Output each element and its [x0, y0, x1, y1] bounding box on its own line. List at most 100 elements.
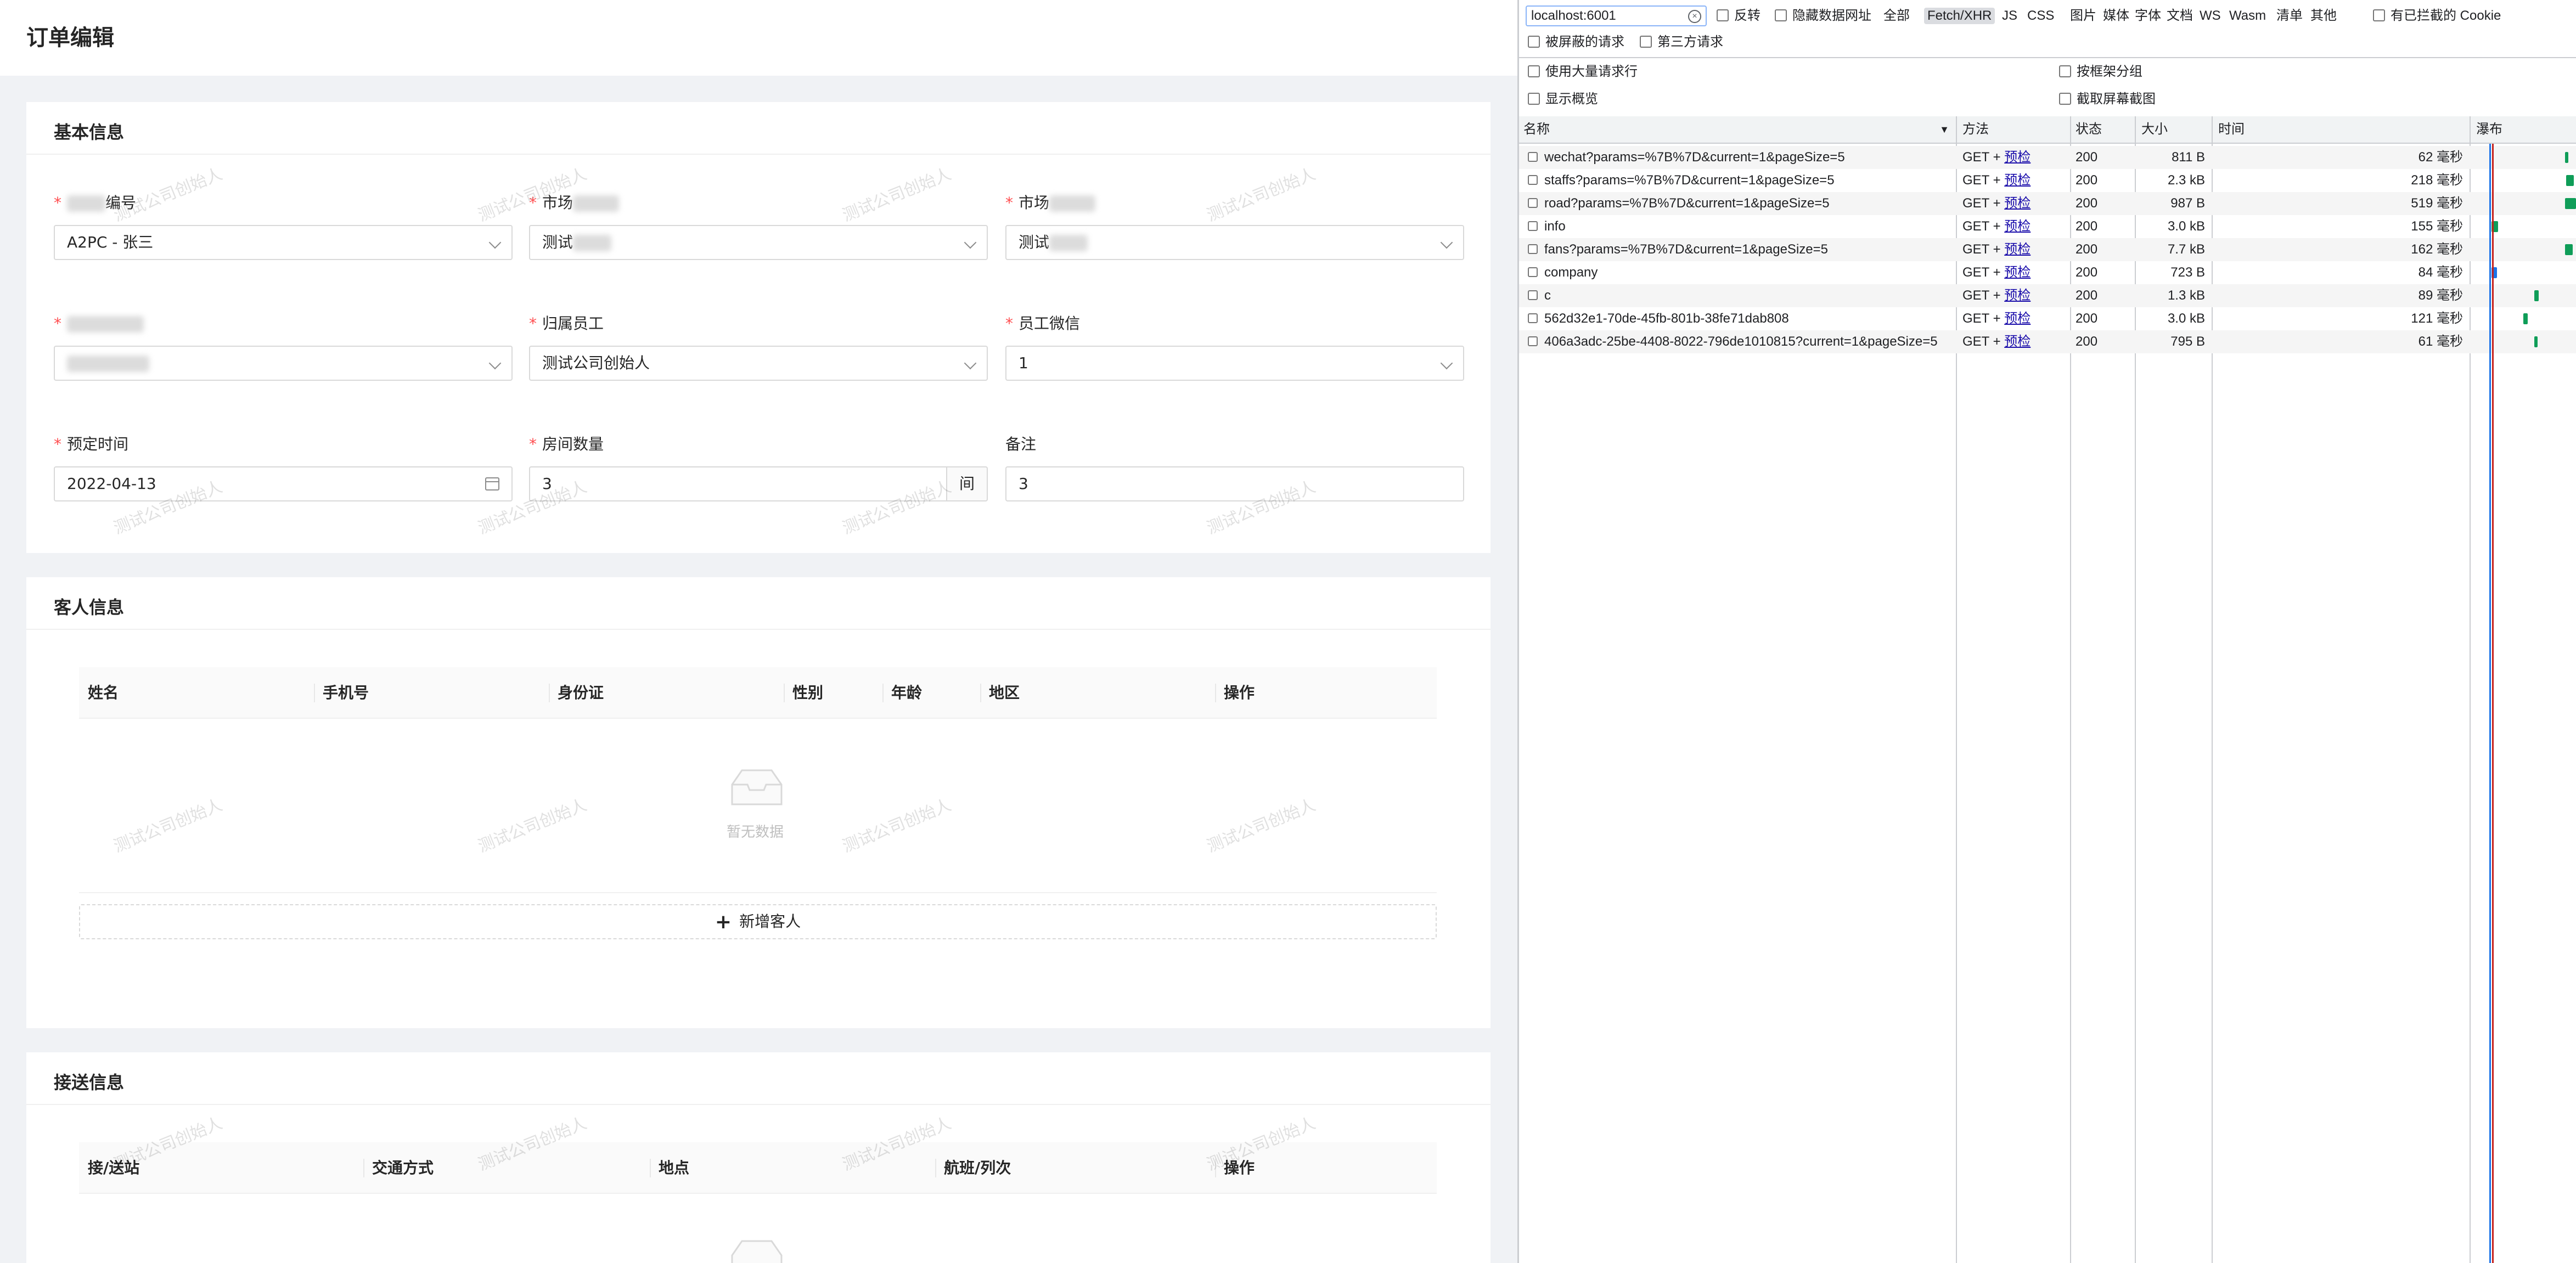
load-event-line — [2492, 144, 2494, 1263]
preflight-link[interactable]: 预检 — [2004, 288, 2031, 303]
request-size: 2.3 kB — [2167, 173, 2205, 188]
filter-type-4[interactable]: 媒体 — [2103, 8, 2129, 24]
preflight-link[interactable]: 预检 — [2004, 196, 2031, 211]
blocked-requests-checkbox[interactable]: 被屏蔽的请求 — [1528, 34, 1624, 50]
filter-type-3[interactable]: 图片 — [2070, 8, 2096, 24]
preflight-link[interactable]: 预检 — [2004, 334, 2031, 349]
request-row[interactable]: 562d32e1-70de-45fb-801b-38fe71dab808 GET … — [1519, 307, 2576, 330]
remark-value: 3 — [1019, 475, 1028, 493]
file-icon — [1528, 313, 1538, 323]
request-row[interactable]: road?params=%7B%7D&current=1&pageSize=5 G… — [1519, 192, 2576, 215]
filter-type-0[interactable]: Fetch/XHR — [1924, 8, 1995, 24]
preflight-link[interactable]: 预检 — [2004, 242, 2031, 257]
preflight-link[interactable]: 预检 — [2004, 150, 2031, 165]
request-status: 200 — [2076, 173, 2098, 188]
col-station: 接/送站 — [88, 1159, 140, 1177]
market2-select[interactable]: 测试 — [1005, 225, 1464, 260]
waterfall-bar — [2565, 244, 2573, 255]
filter-type-2[interactable]: CSS — [2027, 8, 2054, 24]
blocked-cookies-checkbox[interactable]: 有已拦截的 Cookie — [2373, 8, 2501, 24]
request-time: 121 毫秒 — [2411, 311, 2463, 326]
request-method: GET + 预检 — [1962, 288, 2031, 303]
request-row[interactable]: wechat?params=%7B%7D&current=1&pageSize=… — [1519, 146, 2576, 169]
empty-box-icon — [731, 1240, 783, 1263]
request-name: staffs?params=%7B%7D&current=1&pageSize=… — [1528, 169, 1950, 192]
remark-input[interactable]: 3 — [1005, 466, 1464, 501]
guest-info-title: 客人信息 — [54, 597, 125, 618]
filter-type-5[interactable]: 字体 — [2135, 8, 2161, 24]
filter-type-7[interactable]: WS — [2200, 8, 2221, 24]
waterfall-bar — [2523, 313, 2528, 324]
market1-label: * 市场 — [529, 192, 620, 214]
col-size-header[interactable]: 大小 — [2137, 116, 2168, 143]
col-actions: 操作 — [1224, 1159, 1255, 1177]
filter-type-9[interactable]: 清单 — [2276, 8, 2303, 24]
request-time: 162 毫秒 — [2411, 242, 2463, 257]
wechat-select[interactable]: 1 — [1005, 346, 1464, 381]
request-size: 1.3 kB — [2167, 288, 2205, 303]
filter-type-10[interactable]: 其他 — [2310, 8, 2337, 24]
group-by-frame-checkbox[interactable]: 按框架分组 — [2059, 64, 2142, 80]
chevron-down-icon — [488, 236, 502, 249]
preflight-link[interactable]: 预检 — [2004, 173, 2031, 188]
basic-info-card: 基本信息 * 编号 A2PC - 张三 * 市场 测试 * 市场 测试 * * … — [26, 102, 1491, 553]
transfer-info-title: 接送信息 — [54, 1072, 125, 1093]
request-row[interactable]: staffs?params=%7B%7D&current=1&pageSize=… — [1519, 169, 2576, 192]
clear-icon[interactable]: × — [1688, 10, 1701, 23]
request-time: 84 毫秒 — [2418, 265, 2463, 280]
request-size: 987 B — [2170, 196, 2205, 211]
request-name: fans?params=%7B%7D&current=1&pageSize=5 — [1528, 238, 1950, 261]
col-method-header[interactable]: 方法 — [1958, 116, 1989, 143]
file-icon — [1528, 290, 1538, 300]
wechat-label: * 员工微信 — [1005, 314, 1081, 332]
staff-select[interactable]: 测试公司创始人 — [529, 346, 988, 381]
filter-input[interactable]: localhost:6001 × — [1526, 5, 1707, 26]
col-name-header[interactable]: 名称 ▼ — [1519, 116, 1956, 143]
market2-value: 测试 — [1019, 233, 1050, 251]
request-size: 723 B — [2170, 265, 2205, 280]
col-gender: 性别 — [792, 684, 824, 702]
screenshots-checkbox[interactable]: 截取屏幕截图 — [2059, 91, 2156, 108]
preflight-link[interactable]: 预检 — [2004, 219, 2031, 234]
transfer-table-header: 接/送站 交通方式 地点 航班/列次 操作 — [79, 1142, 1437, 1194]
add-guest-button[interactable]: + 新增客人 — [79, 904, 1437, 939]
invert-checkbox[interactable]: 反转 — [1717, 8, 1761, 24]
filter-type-8[interactable]: Wasm — [2229, 8, 2266, 24]
request-row[interactable]: company GET + 预检 200 723 B 84 毫秒 — [1519, 261, 2576, 284]
filter-all[interactable]: 全部 — [1883, 8, 1910, 24]
preflight-link[interactable]: 预检 — [2004, 265, 2031, 280]
market1-select[interactable]: 测试 — [529, 225, 988, 260]
chevron-down-icon — [1440, 236, 1453, 249]
page-title: 订单编辑 — [26, 25, 114, 50]
staff-value: 测试公司创始人 — [542, 354, 650, 372]
rooms-label: * 房间数量 — [529, 435, 604, 453]
request-name: company — [1528, 261, 1950, 284]
dom-content-loaded-line — [2489, 144, 2491, 1263]
col-time-header[interactable]: 时间 — [2214, 116, 2245, 143]
request-row[interactable]: c GET + 预检 200 1.3 kB 89 毫秒 — [1519, 284, 2576, 307]
date-picker[interactable]: 2022-04-13 — [54, 466, 513, 501]
filter-type-6[interactable]: 文档 — [2167, 8, 2193, 24]
hidden-field-select[interactable] — [54, 346, 513, 381]
preflight-link[interactable]: 预检 — [2004, 311, 2031, 326]
devtools-network-panel: localhost:6001 × 反转 隐藏数据网址 全部 Fetch/XHR J… — [1517, 0, 2576, 1263]
col-region: 地区 — [989, 684, 1020, 702]
request-row[interactable]: info GET + 预检 200 3.0 kB 155 毫秒 — [1519, 215, 2576, 238]
request-name: road?params=%7B%7D&current=1&pageSize=5 — [1528, 192, 1950, 215]
request-row[interactable]: 406a3adc-25be-4408-8022-796de1010815?cur… — [1519, 330, 2576, 353]
show-overview-checkbox[interactable]: 显示概览 — [1528, 91, 1598, 108]
col-id-card: 身份证 — [558, 684, 604, 702]
col-status-header[interactable]: 状态 — [2071, 116, 2102, 143]
third-party-checkbox[interactable]: 第三方请求 — [1640, 34, 1723, 50]
large-rows-checkbox[interactable]: 使用大量请求行 — [1528, 64, 1638, 80]
rooms-value: 3 — [542, 475, 552, 493]
order-no-select[interactable]: A2PC - 张三 — [54, 225, 513, 260]
rooms-input[interactable]: 3 — [529, 466, 947, 501]
filter-type-1[interactable]: JS — [2002, 8, 2017, 24]
col-waterfall-header[interactable]: 瀑布 — [2472, 116, 2502, 143]
request-row[interactable]: fans?params=%7B%7D&current=1&pageSize=5 G… — [1519, 238, 2576, 261]
waterfall-bar — [2534, 336, 2538, 347]
hide-data-urls-checkbox[interactable]: 隐藏数据网址 — [1775, 8, 1871, 24]
request-status: 200 — [2076, 196, 2098, 211]
basic-info-header: 基本信息 — [26, 102, 1491, 155]
